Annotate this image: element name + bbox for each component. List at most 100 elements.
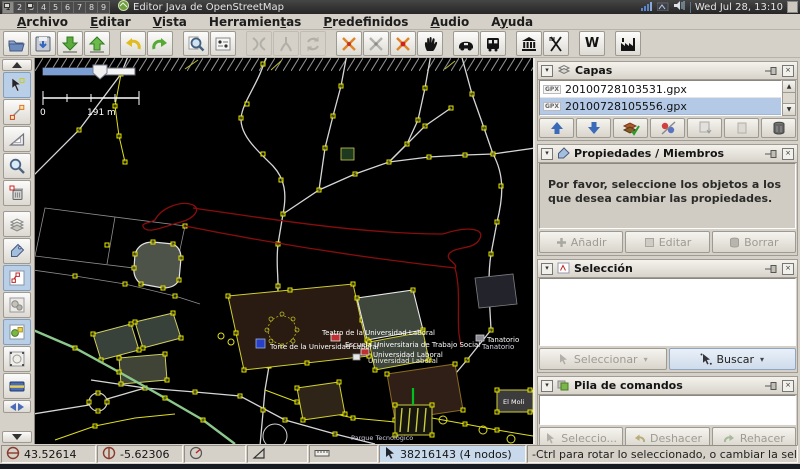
selection-panel-header[interactable]: ▾ Selección × [538, 260, 797, 278]
bank-poi-button[interactable] [516, 31, 542, 56]
layers-dialog-toggle[interactable] [3, 211, 31, 237]
factory-poi-button[interactable] [615, 31, 641, 56]
pin-icon[interactable] [765, 144, 778, 163]
pan-hand-button[interactable] [417, 31, 443, 56]
collapse-icon[interactable]: ▾ [541, 148, 553, 160]
statusbar: 43.52614 -5.62306 38216143 (4 nodos) -Ct… [0, 444, 800, 464]
crossing-tool-button[interactable] [363, 31, 389, 56]
angle-tool-button[interactable] [3, 126, 31, 152]
workspace-7[interactable]: 7 [74, 1, 86, 14]
workspace-6[interactable]: 6 [62, 1, 74, 14]
select-mode-button[interactable] [3, 72, 31, 98]
clock[interactable]: Wed Jul 28, 13:10 [695, 2, 783, 13]
close-icon[interactable]: × [782, 148, 794, 160]
network-signal-icon[interactable] [641, 1, 653, 14]
menu-audio[interactable]: Audio [419, 15, 480, 29]
layer-list-scrollbar[interactable]: ▲ ▼ [782, 80, 796, 116]
volume-icon[interactable] [673, 0, 686, 14]
relations-dialog-toggle[interactable] [3, 292, 31, 318]
delete-property-button[interactable]: Borrar [712, 231, 796, 253]
building-selected-1[interactable] [132, 240, 183, 290]
close-icon[interactable]: × [782, 263, 794, 275]
zoom-search-button[interactable] [183, 31, 209, 56]
bus-poi-button[interactable] [480, 31, 506, 56]
building-laboral-main[interactable] [226, 282, 371, 372]
properties-panel-header[interactable]: ▾ Propiedades / Miembros × [538, 145, 797, 163]
zoom-mode-button[interactable] [3, 153, 31, 179]
menu-predefinidos[interactable]: Predefinidos [312, 15, 419, 29]
layer-row-selected[interactable]: GPX 20100728105556.gpx [540, 98, 781, 115]
layer-move-down-button[interactable] [576, 118, 611, 138]
scrollbar-up-icon[interactable]: ▲ [783, 81, 795, 93]
close-icon[interactable]: × [782, 380, 794, 392]
split-way-button-disabled[interactable] [273, 31, 299, 56]
undo-button[interactable] [120, 31, 146, 56]
pin-icon[interactable] [765, 259, 778, 278]
tray-app-icon[interactable] [657, 1, 669, 14]
layer-visibility-button[interactable] [613, 118, 648, 138]
pin-icon[interactable] [765, 376, 778, 395]
workspace-1[interactable]: 1 [2, 1, 14, 14]
redo-button[interactable] [147, 31, 173, 56]
layer-duplicate-button-disabled[interactable] [724, 118, 759, 138]
workspace-8[interactable]: 8 [86, 1, 98, 14]
workspace-3[interactable]: 3 [26, 1, 38, 14]
collapse-icon[interactable]: ▾ [541, 263, 553, 275]
scroll-up-button[interactable] [2, 59, 32, 71]
layer-delete-button[interactable] [761, 118, 796, 138]
pin-icon[interactable] [765, 61, 778, 80]
close-icon[interactable]: × [782, 65, 794, 77]
workspace-2[interactable]: 2 [14, 1, 26, 14]
workspace-4[interactable]: 4 [38, 1, 50, 14]
left-toolbar [0, 58, 35, 444]
select-button[interactable]: Seleccionar▾ [539, 348, 667, 370]
commands-dialog-toggle[interactable] [3, 319, 31, 345]
conflict-dialog-toggle[interactable] [3, 346, 31, 372]
preferences-button[interactable] [210, 31, 236, 56]
add-property-button[interactable]: Añadir [539, 231, 623, 253]
menu-herramientas[interactable]: Herramientas [198, 15, 312, 29]
map-canvas[interactable]: Teatro de la Universidad Laboral Escuela… [35, 58, 533, 444]
scrollbar-down-icon[interactable]: ▼ [783, 103, 795, 115]
scroll-down-button[interactable] [2, 431, 32, 443]
junction-tool-button[interactable] [336, 31, 362, 56]
workspace-9[interactable]: 9 [98, 1, 110, 14]
save-button[interactable] [30, 31, 56, 56]
upload-button[interactable] [84, 31, 110, 56]
restaurant-poi-button[interactable] [543, 31, 569, 56]
menu-archivo[interactable]: Archivo [6, 15, 79, 29]
workspace-5[interactable]: 5 [50, 1, 62, 14]
wikipedia-button[interactable]: W [579, 31, 605, 56]
menu-ayuda[interactable]: Ayuda [480, 15, 544, 29]
layer-opacity-button[interactable] [650, 118, 685, 138]
collapse-icon[interactable]: ▾ [541, 65, 553, 77]
command-stack-header[interactable]: ▾ Pila de comandos × [538, 377, 797, 395]
show-desktop-button[interactable] [787, 1, 798, 13]
delete-mode-button[interactable] [3, 180, 31, 206]
download-button[interactable] [57, 31, 83, 56]
history-dialog-toggle[interactable] [3, 400, 31, 413]
draw-mode-button[interactable] [3, 99, 31, 125]
layers-panel-header[interactable]: ▾ Capas × [538, 62, 797, 80]
properties-dialog-toggle[interactable] [3, 238, 31, 264]
edit-property-button[interactable]: Editar [625, 231, 709, 253]
selection-list[interactable] [539, 278, 796, 346]
selection-dialog-toggle[interactable] [3, 265, 31, 291]
menu-editar[interactable]: Editar [79, 15, 142, 29]
collapse-icon[interactable]: ▾ [541, 380, 553, 392]
command-stack-list[interactable] [539, 395, 796, 425]
workspace-pager[interactable]: 1 2 3 4 5 6 7 8 9 [2, 1, 110, 14]
car-poi-button[interactable] [453, 31, 479, 56]
search-button[interactable]: Buscar▾ [669, 348, 797, 370]
scrollbar-thumb[interactable] [783, 93, 795, 103]
layer-move-up-button[interactable] [539, 118, 574, 138]
window-title-bar[interactable]: Editor Java de OpenStreetMap [118, 0, 284, 14]
open-button[interactable] [3, 31, 29, 56]
menu-vista[interactable]: Vista [142, 15, 198, 29]
level-crossing-tool-button[interactable] [390, 31, 416, 56]
update-data-button-disabled[interactable] [300, 31, 326, 56]
layer-row[interactable]: GPX 20100728103531.gpx [540, 81, 781, 98]
layer-merge-button-disabled[interactable] [687, 118, 722, 138]
combine-way-button-disabled[interactable] [246, 31, 272, 56]
author-dialog-toggle[interactable] [3, 373, 31, 399]
